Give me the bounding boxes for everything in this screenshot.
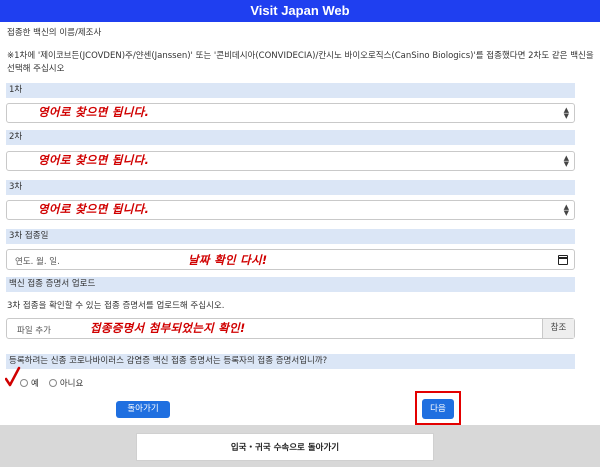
- vaccine-note-line1: ※1차에 '제이코브든(JCOVDEN)주/얀센(Janssen)' 또는 '콘…: [7, 51, 594, 61]
- dose3-label: 3차: [6, 180, 575, 195]
- question-text: 등록하려는 신종 코로나바이러스 감염증 백신 접종 증명서는 등록자의 접종 …: [6, 354, 575, 369]
- dose1-label: 1차: [6, 83, 575, 98]
- dose2-label: 2차: [6, 130, 575, 145]
- upload-instruction: 3차 접종을 확인할 수 있는 접종 증명서를 업로드해 주십시오.: [7, 301, 225, 311]
- dose3-annotation: 영어로 찾으면 됩니다.: [38, 202, 150, 216]
- return-to-procedures-button[interactable]: 입국・귀국 수속으로 돌아가기: [136, 433, 434, 461]
- radio-yes-label: 예: [31, 379, 39, 389]
- radio-no[interactable]: [48, 379, 57, 387]
- radio-no-label: 아니요: [59, 379, 84, 389]
- vaccine-section-title: 접종한 백신의 이름/제조사: [7, 28, 102, 38]
- file-placeholder: 파일 추가: [17, 326, 51, 336]
- dose1-annotation: 영어로 찾으면 됩니다.: [38, 105, 150, 119]
- app-header: Visit Japan Web: [0, 0, 600, 22]
- browse-button[interactable]: 참조: [542, 319, 574, 338]
- vaccine-note-line2: 선택해 주십시오: [7, 64, 65, 74]
- dose2-annotation: 영어로 찾으면 됩니다.: [38, 153, 150, 167]
- date-input[interactable]: 연도. 월. 일.: [6, 249, 575, 270]
- calendar-icon[interactable]: [558, 255, 568, 265]
- date-annotation: 날짜 확인 다시!: [188, 253, 268, 267]
- select-arrows-icon: ▲ ▼: [563, 154, 569, 168]
- answer-radio-group: 예 아니요: [20, 377, 83, 389]
- radio-yes[interactable]: [20, 379, 28, 387]
- date-placeholder: 연도. 월. 일.: [15, 257, 60, 267]
- select-arrows-icon: ▲ ▼: [563, 106, 569, 120]
- upload-annotation: 접종증명서 첨부되었는지 확인!: [90, 321, 246, 335]
- back-button[interactable]: 돌아가기: [116, 401, 170, 418]
- date-label: 3차 접종일: [6, 229, 575, 244]
- select-arrows-icon: ▲ ▼: [563, 203, 569, 217]
- check-mark-icon: [5, 366, 21, 387]
- next-button[interactable]: 다음: [422, 399, 454, 419]
- upload-label: 백신 접종 증명서 업로드: [6, 277, 575, 292]
